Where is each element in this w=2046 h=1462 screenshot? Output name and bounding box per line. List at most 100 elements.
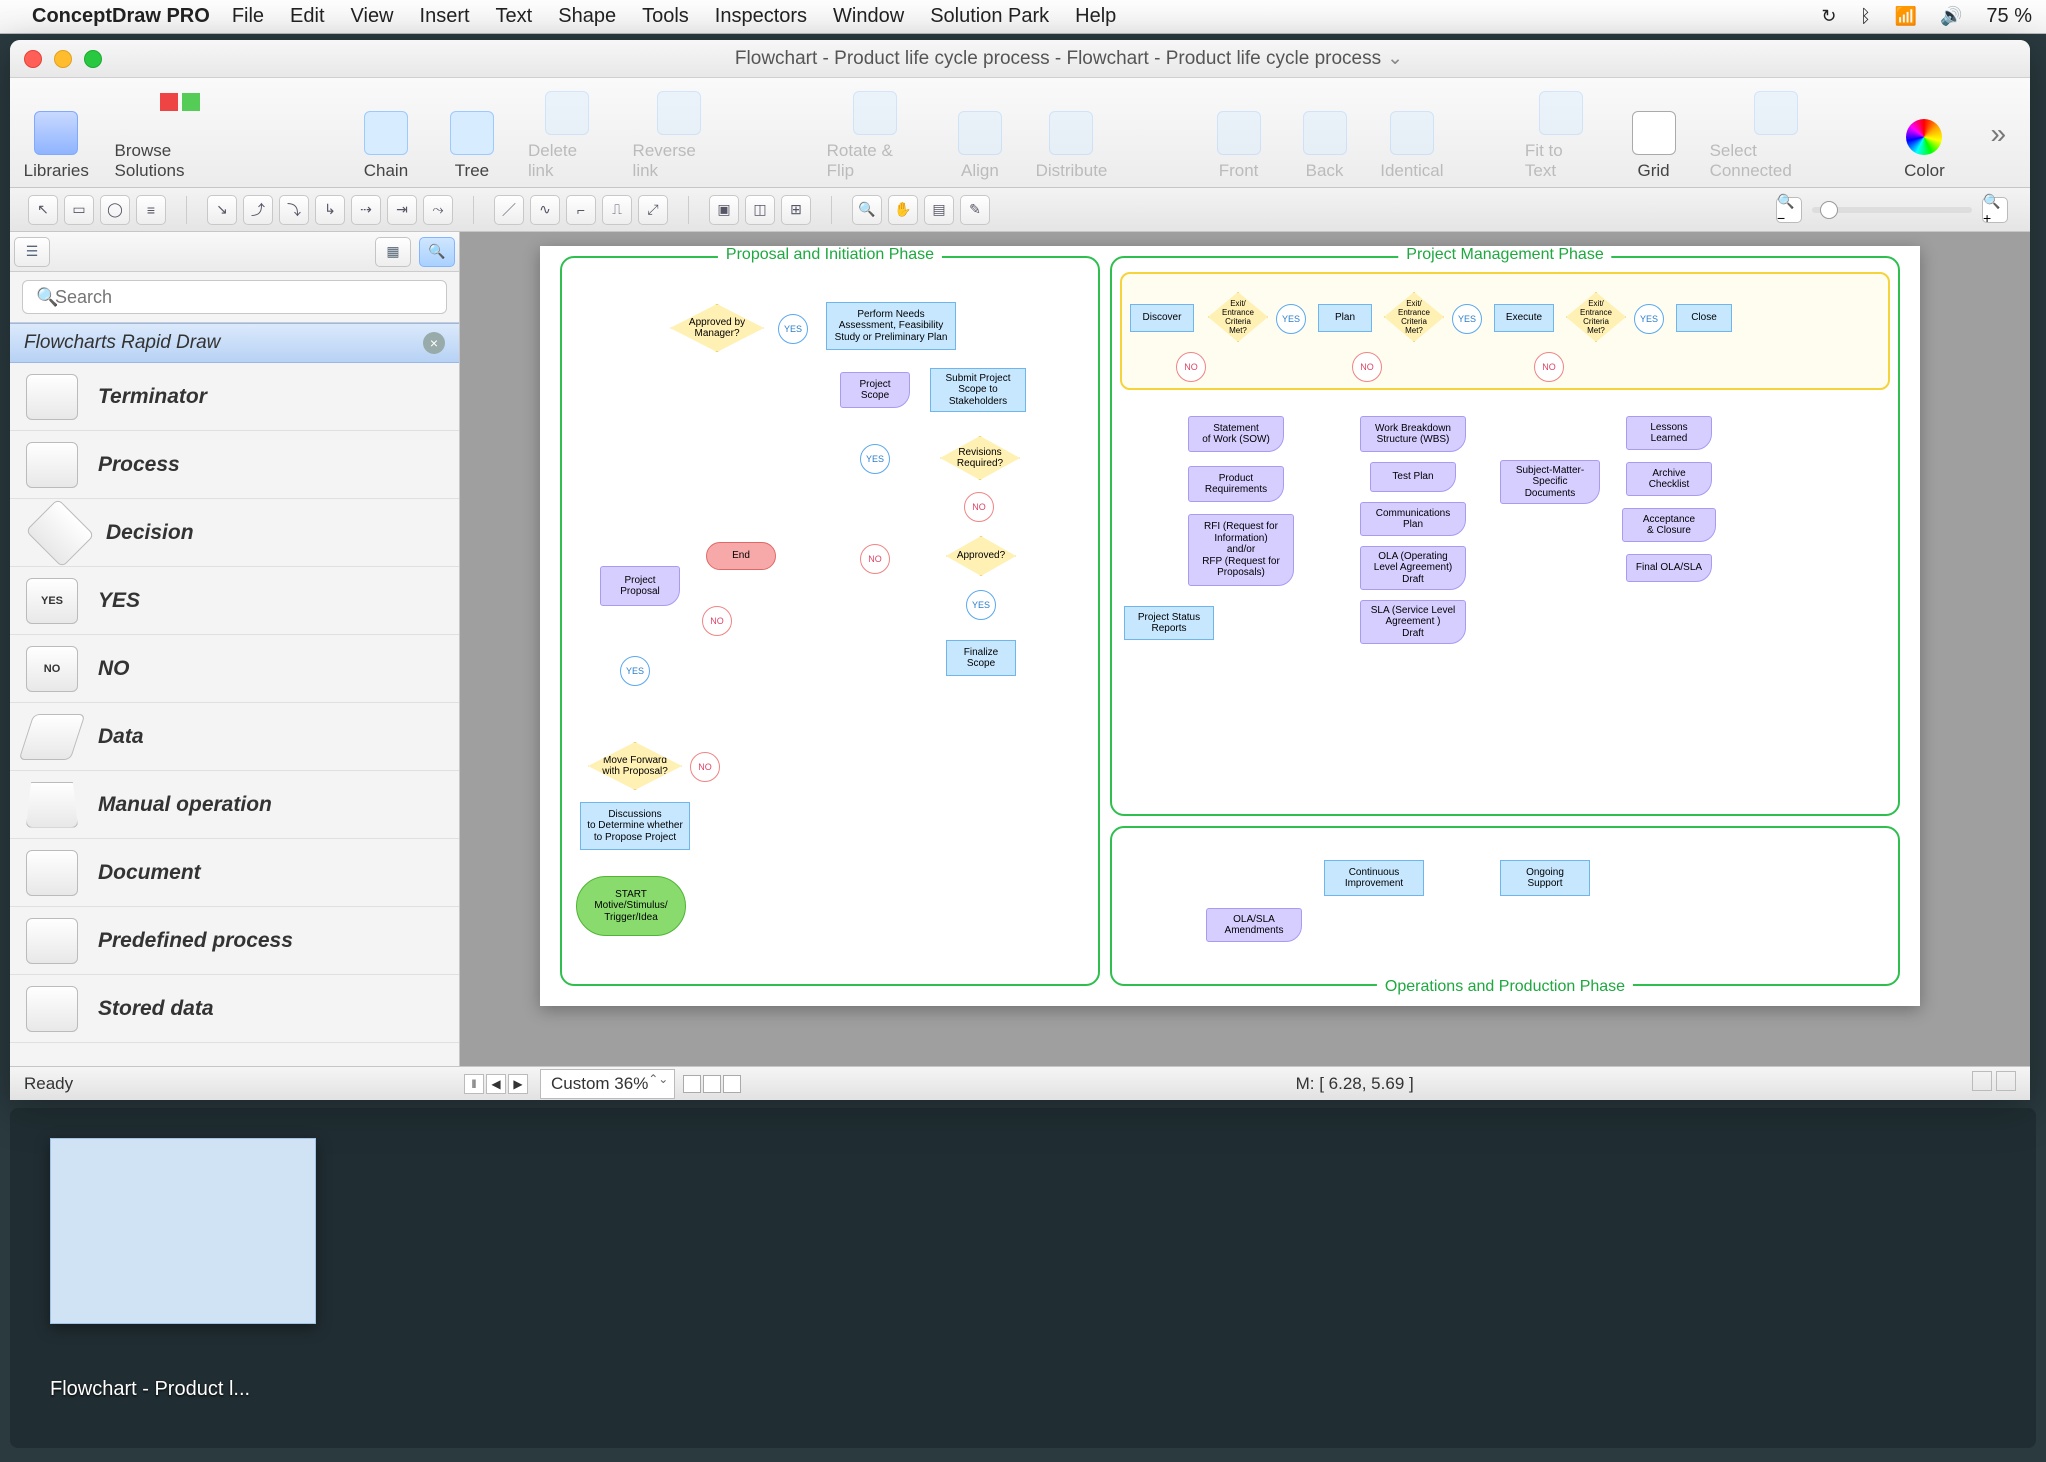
node-rfi[interactable]: RFI (Request for Information) and/or RFP… [1188,514,1294,586]
zoom-slider-knob[interactable] [1820,201,1838,219]
sidebar-tab-grid[interactable]: ▦ [375,237,411,267]
node-cont-improve[interactable]: Continuous Improvement [1324,860,1424,896]
wifi-icon[interactable]: 📶 [1894,6,1916,26]
front-button[interactable]: Front [1209,111,1269,181]
stencil-yes[interactable]: YESYES [10,567,459,635]
menu-text[interactable]: Text [496,5,533,28]
tree-button[interactable]: Tree [442,111,502,181]
menu-tools[interactable]: Tools [642,5,689,28]
yes-p1[interactable]: YES [1276,304,1306,334]
yes-1[interactable]: YES [620,656,650,686]
node-sow[interactable]: Statement of Work (SOW) [1188,416,1284,452]
pointer-tool[interactable]: ↖ [28,195,58,225]
menu-inspectors[interactable]: Inspectors [715,5,807,28]
distribute-button[interactable]: Distribute [1036,111,1107,181]
volume-icon[interactable]: 🔊 [1940,6,1962,26]
title-chevron-icon[interactable]: ⌄ [1387,48,1403,69]
connector-tool-2[interactable]: ⤴ [243,195,273,225]
zoom-tool[interactable]: 🔍 [852,195,882,225]
zoom-selector[interactable]: Custom 36% [540,1069,675,1099]
menu-solution-park[interactable]: Solution Park [930,5,1049,28]
line-tool-1[interactable]: ／ [494,195,524,225]
connector-tool-1[interactable]: ↘ [207,195,237,225]
search-input[interactable] [22,280,447,314]
node-close[interactable]: Close [1676,304,1732,332]
group-tool-3[interactable]: ⊞ [781,195,811,225]
menu-window[interactable]: Window [833,5,904,28]
eyedropper-tool[interactable]: ✎ [960,195,990,225]
page-pause-button[interactable]: ‖ [464,1074,484,1094]
identical-button[interactable]: Identical [1381,111,1444,181]
select-connected-button[interactable]: Select Connected [1710,91,1843,181]
yes-3[interactable]: YES [860,444,890,474]
no-1[interactable]: NO [690,752,720,782]
battery-percent[interactable]: 75 % [1986,5,2032,27]
connector-tool-7[interactable]: ⤳ [423,195,453,225]
fit-to-text-button[interactable]: Fit to Text [1525,91,1598,181]
node-sme[interactable]: Subject-Matter- Specific Documents [1500,460,1600,504]
yes-4[interactable]: YES [966,590,996,620]
stamp-tool[interactable]: ▤ [924,195,954,225]
node-wbs[interactable]: Work Breakdown Structure (WBS) [1360,416,1466,452]
page-next-button[interactable]: ▶ [508,1074,528,1094]
node-final-ola[interactable]: Final OLA/SLA [1626,554,1712,582]
menu-shape[interactable]: Shape [558,5,616,28]
group-tool-1[interactable]: ▣ [709,195,739,225]
delete-link-button[interactable]: Delete link [528,91,607,181]
libraries-button[interactable]: Libraries [24,111,89,181]
no-p1[interactable]: NO [1176,352,1206,382]
connector-tool-3[interactable]: ⤵ [279,195,309,225]
connector-tool-4[interactable]: ↳ [315,195,345,225]
rectangle-tool[interactable]: ▭ [64,195,94,225]
menu-help[interactable]: Help [1075,5,1116,28]
library-header[interactable]: Flowcharts Rapid Draw × [10,323,459,363]
menu-file[interactable]: File [232,5,264,28]
menu-edit[interactable]: Edit [290,5,324,28]
stencil-manual-operation[interactable]: Manual operation [10,771,459,839]
node-start[interactable]: START Motive/Stimulus/ Trigger/Idea [576,876,686,936]
toolbar-overflow-button[interactable]: » [1980,118,2016,150]
node-ola[interactable]: OLA (Operating Level Agreement) Draft [1360,546,1466,590]
node-ola-amend[interactable]: OLA/SLA Amendments [1206,908,1302,942]
node-discussions[interactable]: Discussions to Determine whether to Prop… [580,802,690,850]
node-end[interactable]: End [706,542,776,570]
node-discover[interactable]: Discover [1130,304,1194,332]
node-finalize[interactable]: Finalize Scope [946,640,1016,676]
canvas[interactable]: Proposal and Initiation Phase Project Ma… [460,232,2030,1066]
no-3[interactable]: NO [964,492,994,522]
stencil-terminator[interactable]: Terminator [10,363,459,431]
node-execute[interactable]: Execute [1494,304,1554,332]
line-tool-5[interactable]: ⤢ [638,195,668,225]
rotate-flip-button[interactable]: Rotate & Flip [827,91,924,181]
align-button[interactable]: Align [950,111,1010,181]
reverse-link-button[interactable]: Reverse link [633,91,726,181]
minimized-window-thumbnail[interactable] [50,1138,316,1324]
sidebar-tab-tree[interactable]: ☰ [14,237,50,267]
node-submit-scope[interactable]: Submit Project Scope to Stakeholders [930,368,1026,412]
node-ongoing[interactable]: Ongoing Support [1500,860,1590,896]
color-button[interactable]: Color [1894,119,1954,181]
app-name[interactable]: ConceptDraw PRO [32,5,210,28]
minimize-window-button[interactable] [54,50,72,68]
sidebar-tab-search[interactable]: 🔍 [419,237,455,267]
drawing-page[interactable]: Proposal and Initiation Phase Project Ma… [540,246,1920,1006]
grid-button[interactable]: Grid [1624,111,1684,181]
yes-p3[interactable]: YES [1634,304,1664,334]
browse-solutions-button[interactable]: Browse Solutions [115,91,245,181]
back-button[interactable]: Back [1295,111,1355,181]
stencil-document[interactable]: Document [10,839,459,907]
line-tool-4[interactable]: ⎍ [602,195,632,225]
node-proposal[interactable]: Project Proposal [600,566,680,606]
line-tool-3[interactable]: ⌐ [566,195,596,225]
menu-view[interactable]: View [351,5,394,28]
node-project-scope[interactable]: Project Scope [840,372,910,408]
connector-tool-5[interactable]: ⇢ [351,195,381,225]
line-tool-2[interactable]: ∿ [530,195,560,225]
page-prev-button[interactable]: ◀ [486,1074,506,1094]
zoom-in-button[interactable]: 🔍+ [1982,197,2008,223]
node-archive[interactable]: Archive Checklist [1626,462,1712,496]
zoom-window-button[interactable] [84,50,102,68]
stencil-process[interactable]: Process [10,431,459,499]
node-perform-needs[interactable]: Perform Needs Assessment, Feasibility St… [826,302,956,350]
library-close-icon[interactable]: × [423,332,445,354]
